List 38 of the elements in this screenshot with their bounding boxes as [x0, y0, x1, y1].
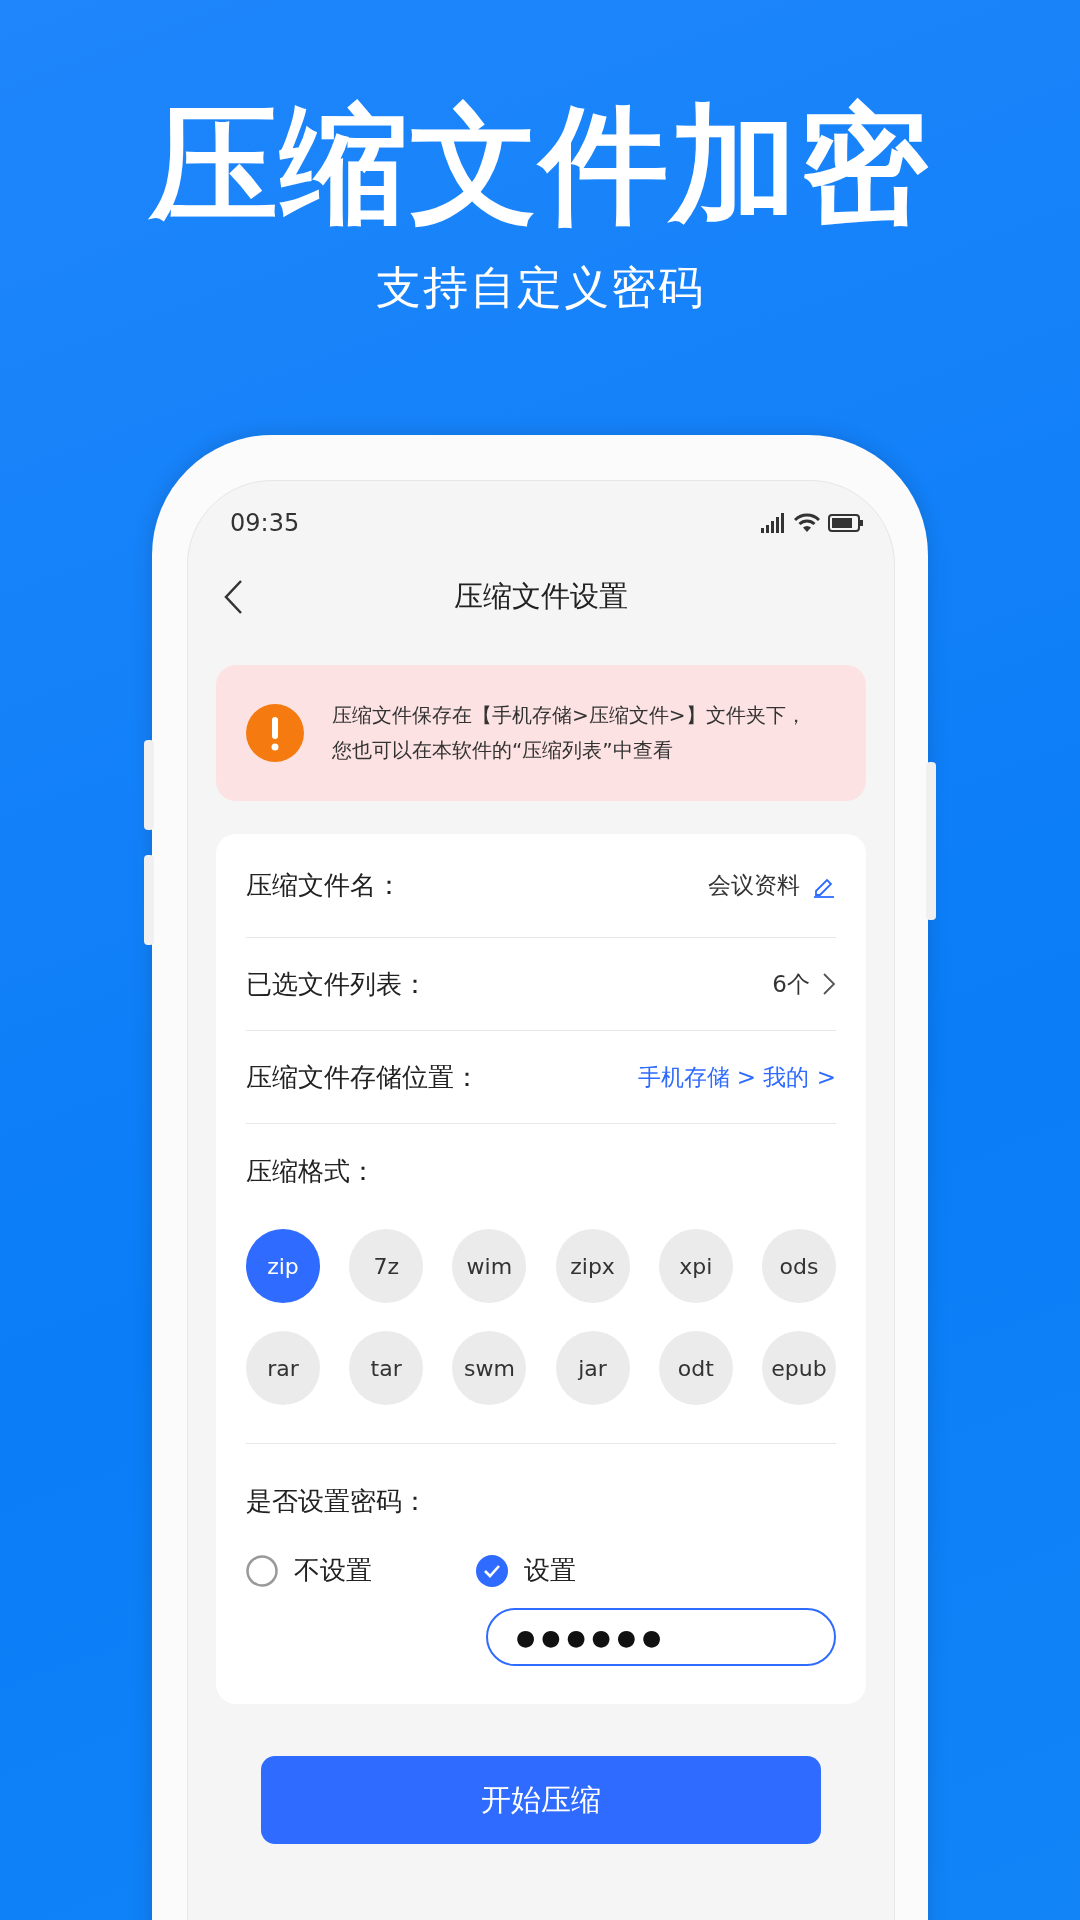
- status-time: 09:35: [230, 509, 300, 537]
- radio-checked-icon[interactable]: [476, 1554, 508, 1587]
- format-option[interactable]: ods: [761, 1229, 836, 1303]
- screen-title: 压缩文件设置: [454, 578, 628, 615]
- radio-label[interactable]: 设置: [524, 1553, 576, 1588]
- format-option[interactable]: 7z: [349, 1229, 424, 1303]
- format-option[interactable]: wim: [452, 1229, 527, 1303]
- format-option[interactable]: tar: [349, 1331, 424, 1405]
- format-option[interactable]: jar: [555, 1331, 630, 1405]
- notice-text: 压缩文件保存在【手机存储>压缩文件>】文件夹下，: [332, 702, 806, 729]
- format-option[interactable]: epub: [761, 1331, 836, 1405]
- password-field[interactable]: ●●●●●●: [486, 1608, 836, 1666]
- back-icon[interactable]: [223, 579, 243, 615]
- format-option[interactable]: zipx: [555, 1229, 630, 1303]
- subheadline: 支持自定义密码: [375, 259, 705, 316]
- file-count: 6个: [772, 969, 810, 999]
- format-option[interactable]: xpi: [658, 1229, 733, 1303]
- signal-icon: [760, 513, 786, 533]
- chevron-right-icon[interactable]: [822, 972, 836, 996]
- wifi-icon: [794, 513, 820, 533]
- start-button[interactable]: 开始压缩: [261, 1756, 821, 1844]
- setting-label: 压缩文件存储位置：: [246, 1060, 480, 1094]
- format-option[interactable]: swm: [452, 1331, 527, 1405]
- storage-path-link[interactable]: 手机存储 > 我的 >: [637, 1061, 836, 1093]
- warning-icon: [246, 704, 304, 762]
- format-option[interactable]: zip: [246, 1229, 320, 1303]
- password-label: 是否设置密码：: [246, 1485, 429, 1518]
- radio-label[interactable]: 不设置: [294, 1553, 372, 1588]
- notice-text: 您也可以在本软件的“压缩列表”中查看: [332, 737, 674, 764]
- setting-label: 已选文件列表：: [246, 967, 428, 1001]
- format-option[interactable]: odt: [658, 1331, 733, 1405]
- radio-unchecked-icon[interactable]: [246, 1554, 278, 1587]
- headline: 压缩文件加密: [150, 95, 930, 236]
- battery-icon: [828, 513, 864, 533]
- setting-label: 压缩文件名：: [246, 869, 402, 902]
- format-label: 压缩格式：: [246, 1155, 377, 1188]
- file-name-value: 会议资料: [708, 871, 800, 900]
- format-option[interactable]: rar: [246, 1331, 320, 1405]
